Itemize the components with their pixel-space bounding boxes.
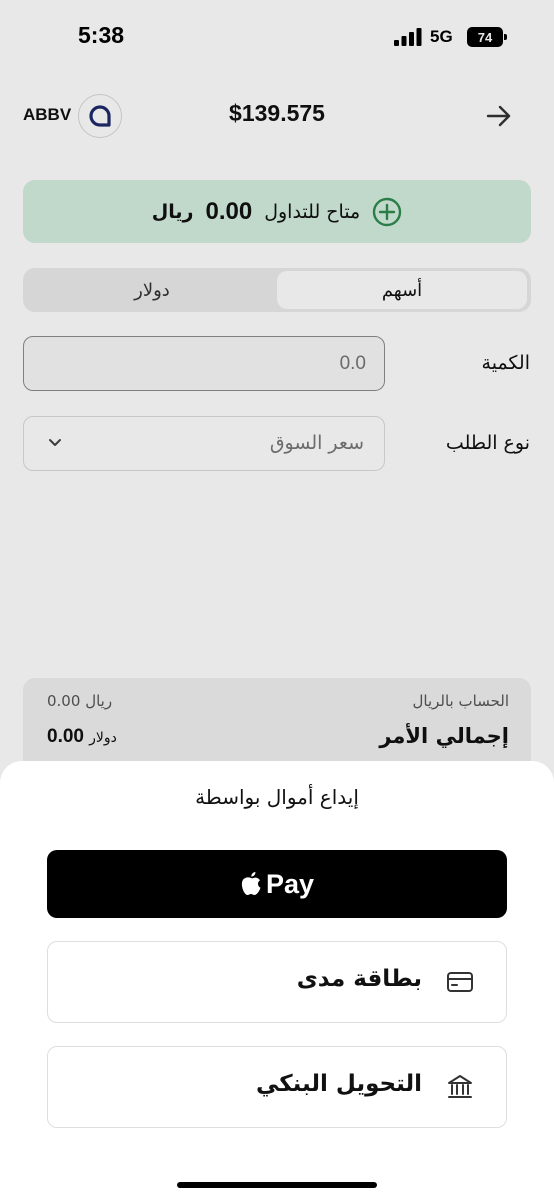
- home-indicator[interactable]: [177, 1182, 377, 1188]
- apple-pay-button[interactable]: Pay: [47, 850, 507, 918]
- bank-transfer-label: التحويل البنكي: [255, 1071, 422, 1097]
- card-icon: [447, 972, 473, 992]
- mada-card-label: بطاقة مدى: [296, 966, 422, 992]
- sheet-title: إيداع أموال بواسطة: [195, 785, 359, 809]
- order-screen: 5:38 5G 74 ABBV $139.575 متاح للتداول 0.…: [0, 0, 554, 1200]
- bank-transfer-option[interactable]: التحويل البنكي: [47, 1046, 507, 1128]
- apple-pay-label: Pay: [265, 868, 315, 899]
- bank-icon: [448, 1075, 472, 1098]
- apple-icon: [241, 872, 261, 895]
- deposit-bottom-sheet: إيداع أموال بواسطة Pay بطاقة مدى التحويل…: [0, 761, 554, 1200]
- mada-card-option[interactable]: بطاقة مدى: [47, 941, 507, 1023]
